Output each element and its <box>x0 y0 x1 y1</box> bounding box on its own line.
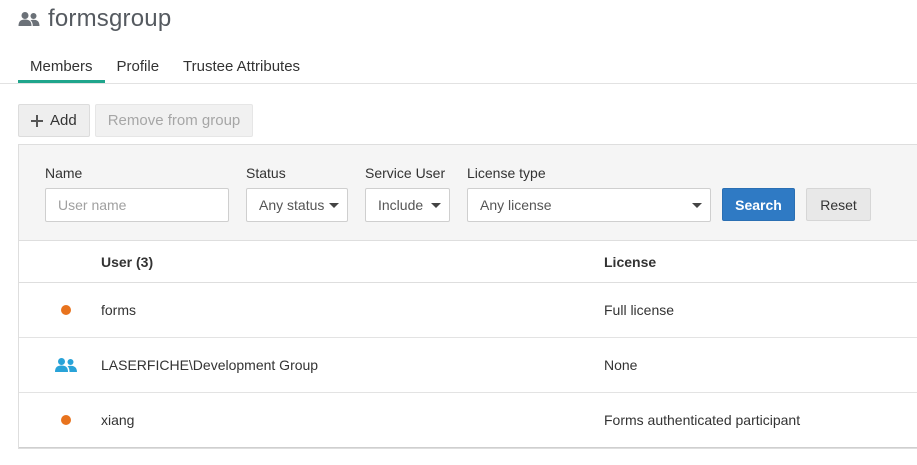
page-header: formsgroup <box>18 4 171 34</box>
group-icon <box>18 11 40 27</box>
group-icon <box>53 356 79 374</box>
members-panel: Name User name Status Any status Service… <box>18 144 917 449</box>
members-table: User (3) License forms Full license LASE… <box>19 241 917 448</box>
add-button[interactable]: Add <box>18 104 90 137</box>
table-row[interactable]: forms Full license <box>19 283 917 338</box>
status-select[interactable]: Any status <box>246 188 348 222</box>
tab-members[interactable]: Members <box>18 56 105 83</box>
member-license: Full license <box>604 302 675 318</box>
tab-profile[interactable]: Profile <box>105 56 172 83</box>
table-header: User (3) License <box>19 241 917 283</box>
license-type-filter-label: License type <box>467 165 546 181</box>
reset-button[interactable]: Reset <box>806 188 871 221</box>
page-title: formsgroup <box>48 5 172 32</box>
user-status-dot-icon <box>53 301 79 319</box>
member-name: forms <box>101 302 136 318</box>
search-button[interactable]: Search <box>722 188 795 221</box>
name-filter-label: Name <box>45 165 83 181</box>
column-header-user[interactable]: User (3) <box>101 254 153 270</box>
license-type-select-value: Any license <box>480 197 552 213</box>
license-type-select[interactable]: Any license <box>467 188 711 222</box>
name-filter-input[interactable]: User name <box>45 188 229 222</box>
tabs-divider <box>0 83 917 84</box>
member-license: Forms authenticated participant <box>604 412 801 428</box>
service-user-select-value: Include <box>378 197 424 213</box>
table-row[interactable]: LASERFICHE\Development Group None <box>19 338 917 393</box>
chevron-down-icon <box>329 203 339 208</box>
toolbar: Add Remove from group <box>18 104 254 137</box>
chevron-down-icon <box>431 203 441 208</box>
column-header-license[interactable]: License <box>604 254 656 270</box>
member-name: xiang <box>101 412 135 428</box>
tab-bar: Members Profile Trustee Attributes <box>18 56 312 84</box>
status-filter-label: Status <box>246 165 286 181</box>
member-name: LASERFICHE\Development Group <box>101 357 319 373</box>
table-row[interactable]: xiang Forms authenticated participant <box>19 393 917 448</box>
chevron-down-icon <box>692 203 702 208</box>
status-select-value: Any status <box>259 197 325 213</box>
add-button-label: Add <box>50 112 77 129</box>
filter-bar: Name User name Status Any status Service… <box>19 145 917 241</box>
service-user-filter-label: Service User <box>365 165 446 181</box>
user-status-dot-icon <box>53 411 79 429</box>
remove-from-group-button[interactable]: Remove from group <box>94 104 254 137</box>
service-user-select[interactable]: Include <box>365 188 450 222</box>
member-license: None <box>604 357 638 373</box>
tab-trustee-attributes[interactable]: Trustee Attributes <box>171 56 312 83</box>
plus-icon <box>31 114 43 127</box>
